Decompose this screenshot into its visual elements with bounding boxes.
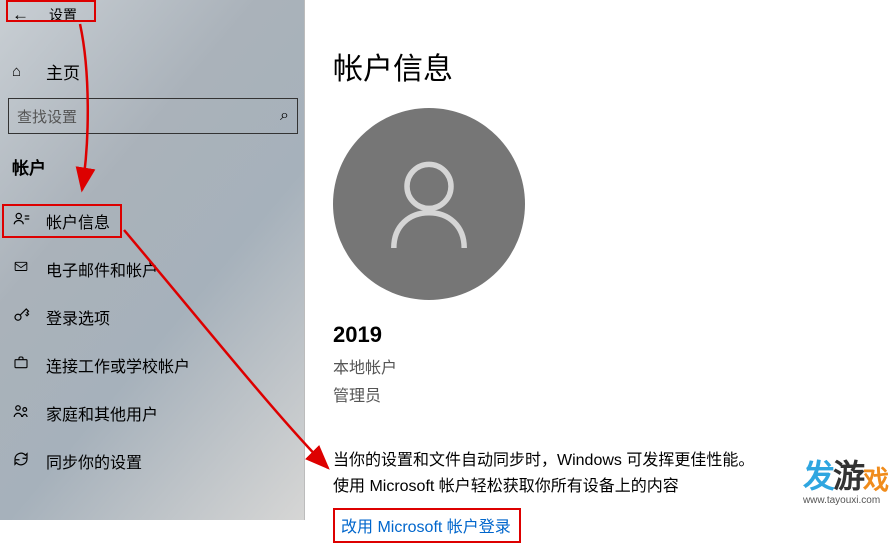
logo-char-2: 游 [833, 451, 863, 497]
family-icon [12, 402, 36, 425]
page-title: 帐户信息 [333, 44, 893, 88]
account-type: 本地帐户 [333, 354, 893, 378]
sidebar-section-title: 帐户 [12, 154, 304, 179]
site-logo: 发游戏 www.tayouxi.com [803, 451, 887, 506]
sidebar-item-signin-options[interactable]: 登录选项 [0, 293, 304, 341]
account-role: 管理员 [333, 382, 893, 406]
search-placeholder: 查找设置 [17, 106, 77, 127]
sidebar-item-sync[interactable]: 同步你的设置 [0, 437, 304, 485]
search-icon: ⌕ [280, 107, 289, 125]
avatar-person-icon [374, 149, 484, 259]
home-label: 主页 [46, 59, 80, 84]
mail-icon [12, 260, 36, 279]
home-icon: ⌂ [12, 63, 30, 80]
annotation-box-account-info [2, 204, 122, 238]
logo-char-1: 发 [803, 451, 833, 497]
sidebar-item-label: 电子邮件和帐户 [46, 257, 158, 281]
annotation-box-settings [6, 0, 96, 22]
sidebar: ← 设置 ⌂ 主页 查找设置 ⌕ 帐户 帐户信息 电子邮件和帐户 登录选项 [0, 0, 305, 520]
search-input[interactable]: 查找设置 ⌕ [8, 98, 298, 134]
sidebar-item-label: 登录选项 [46, 305, 110, 329]
annotation-box-ms-link: 改用 Microsoft 帐户登录 [333, 508, 521, 543]
logo-url: www.tayouxi.com [803, 495, 887, 506]
sidebar-item-label: 同步你的设置 [46, 449, 142, 473]
key-icon [12, 306, 36, 329]
sidebar-item-family[interactable]: 家庭和其他用户 [0, 389, 304, 437]
sidebar-item-email[interactable]: 电子邮件和帐户 [0, 245, 304, 293]
sidebar-item-label: 连接工作或学校帐户 [46, 353, 190, 377]
home-nav[interactable]: ⌂ 主页 [0, 58, 304, 84]
switch-to-microsoft-account-link[interactable]: 改用 Microsoft 帐户登录 [341, 519, 511, 536]
sidebar-item-work-school[interactable]: 连接工作或学校帐户 [0, 341, 304, 389]
main-content: 帐户信息 2019 本地帐户 管理员 当你的设置和文件自动同步时，Windows… [305, 0, 893, 520]
username: 2019 [333, 322, 893, 348]
logo-char-3: 戏 [863, 460, 887, 497]
sidebar-item-label: 家庭和其他用户 [46, 401, 158, 425]
briefcase-icon [12, 355, 36, 376]
sidebar-menu: 帐户信息 电子邮件和帐户 登录选项 连接工作或学校帐户 家庭和其他用户 [0, 197, 304, 485]
avatar [333, 108, 525, 300]
sync-icon [12, 450, 36, 473]
